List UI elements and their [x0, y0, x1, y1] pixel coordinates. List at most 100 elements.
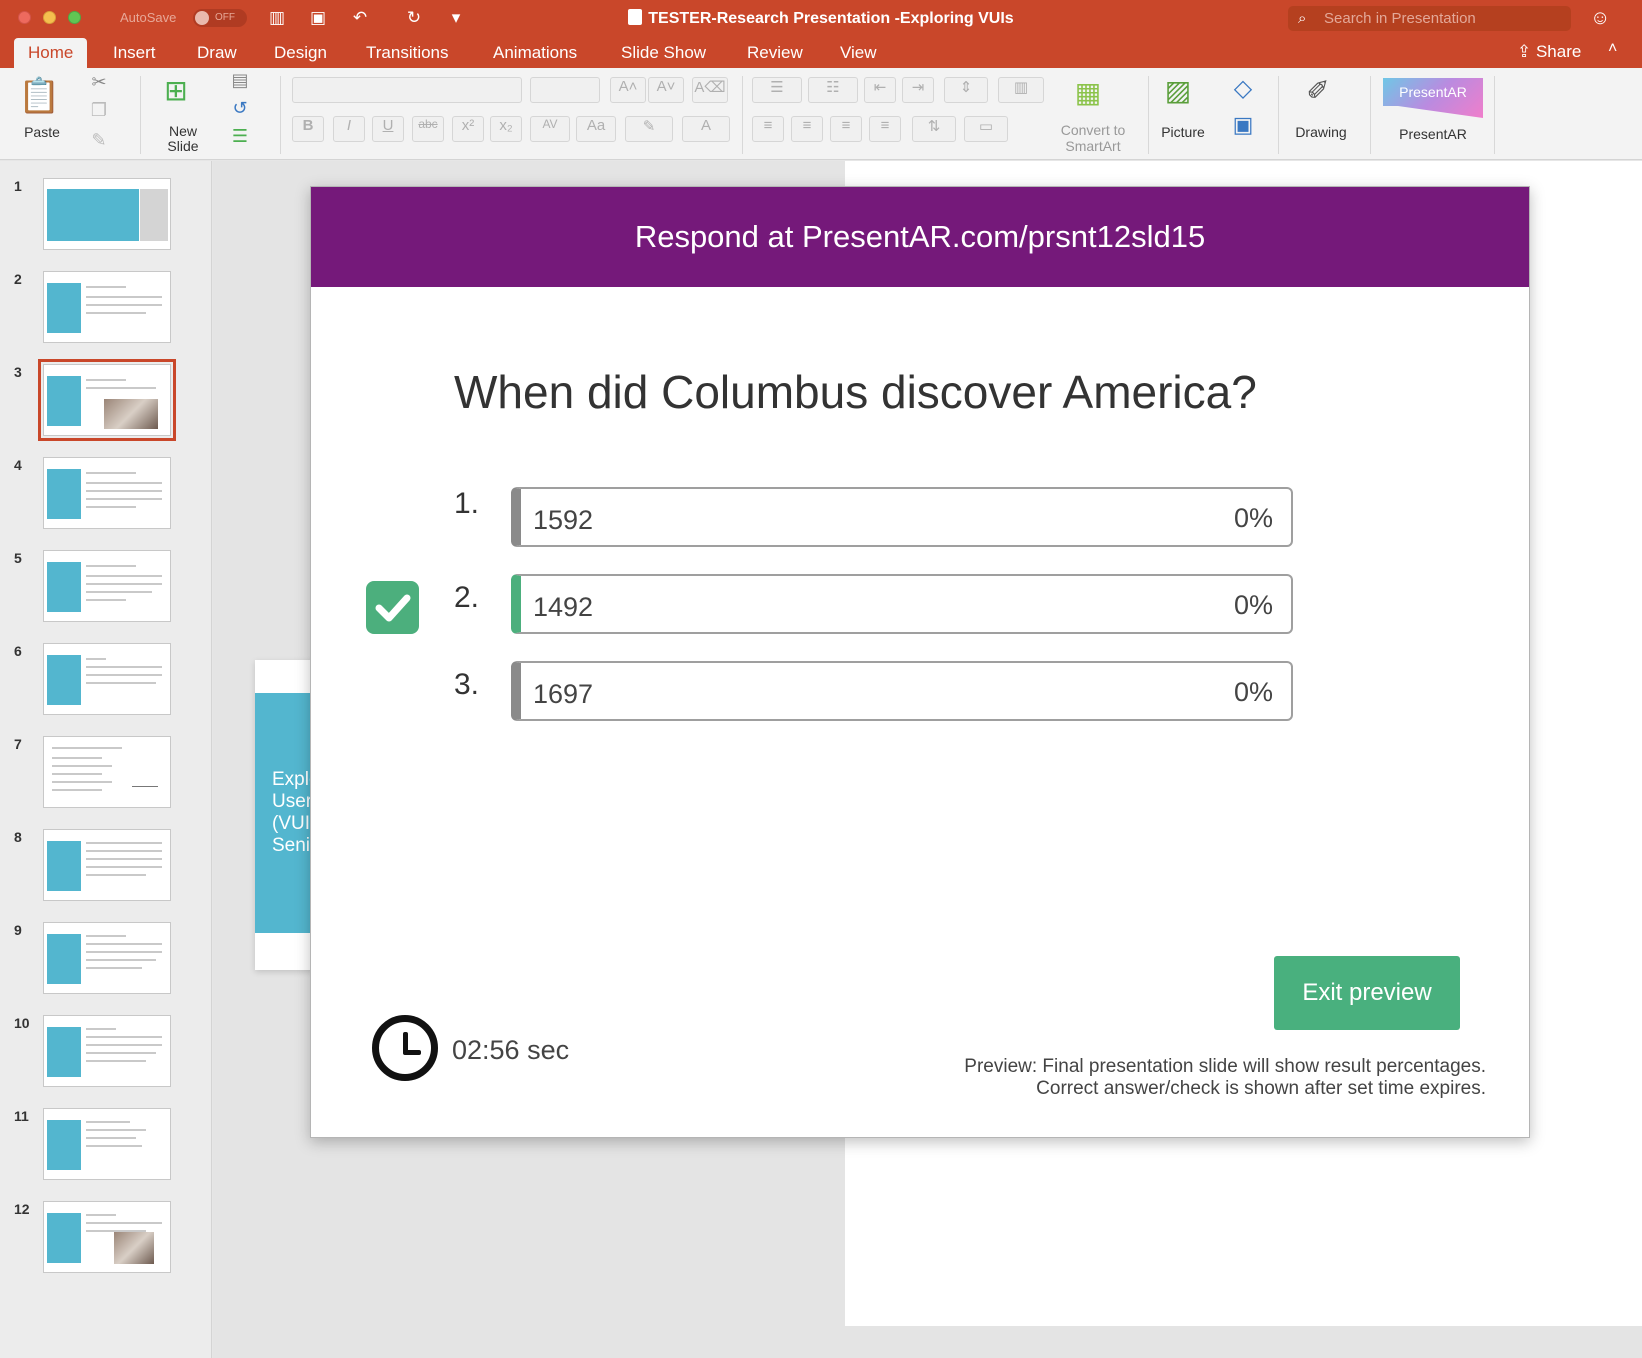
slide-thumbnail-11[interactable]: [43, 1108, 171, 1180]
paste-button-label[interactable]: Paste: [18, 124, 66, 140]
slide-thumbnail-12[interactable]: [43, 1201, 171, 1273]
feedback-smiley-icon[interactable]: ☺: [1590, 7, 1610, 30]
format-painter-icon[interactable]: ✎: [88, 130, 110, 151]
clear-formatting-icon[interactable]: A⌫: [692, 77, 728, 103]
align-center-icon[interactable]: ≡: [791, 116, 823, 142]
new-slide-button-label[interactable]: New Slide: [155, 124, 211, 154]
change-case-icon[interactable]: Aa: [576, 116, 616, 142]
picture-icon[interactable]: ▨: [1158, 74, 1198, 107]
slide-number: 2: [14, 271, 22, 287]
smartart-icon[interactable]: ▦: [1062, 76, 1114, 109]
highlight-color-icon[interactable]: ✎: [625, 116, 673, 142]
tab-animations[interactable]: Animations: [493, 38, 577, 68]
slide-number: 3: [14, 364, 22, 380]
drawing-button-label[interactable]: Drawing: [1288, 124, 1354, 140]
slide-number: 5: [14, 550, 22, 566]
respond-url-header: Respond at PresentAR.com/prsnt12sld15: [311, 187, 1529, 287]
option-value: 1697: [533, 679, 594, 709]
search-icon: ⌕: [1298, 10, 1307, 27]
option-value: 1592: [533, 505, 594, 535]
option-percent: 0%: [1233, 590, 1273, 620]
exit-preview-button[interactable]: Exit preview: [1274, 956, 1460, 1030]
answer-option-2: 1492 0%: [511, 574, 1293, 634]
new-slide-icon[interactable]: ⊞: [158, 74, 194, 107]
clock-icon: [372, 1015, 438, 1081]
convert-smartart-label[interactable]: Convert to SmartArt: [1048, 122, 1138, 154]
superscript-icon[interactable]: x²: [452, 116, 484, 142]
tab-design[interactable]: Design: [274, 38, 327, 68]
slide-thumbnail-10[interactable]: [43, 1015, 171, 1087]
ribbon-separator: [1148, 76, 1149, 154]
font-size-select[interactable]: [530, 77, 600, 103]
tab-home[interactable]: Home: [14, 38, 88, 68]
share-button[interactable]: ⇪ Share: [1517, 42, 1581, 62]
ribbon-home: 📋 Paste ✂ ❐ ✎ ⊞ New Slide ▤ ↺ ☰ A˄ A˅ A⌫ …: [0, 68, 1642, 160]
align-right-icon[interactable]: ≡: [830, 116, 862, 142]
option-number: 2.: [454, 581, 480, 614]
line-spacing-icon[interactable]: ⇕: [944, 77, 988, 103]
search-input[interactable]: ⌕ Search in Presentation: [1288, 6, 1571, 31]
decrease-indent-icon[interactable]: ⇤: [864, 77, 896, 103]
paste-icon[interactable]: 📋: [18, 76, 60, 116]
align-text-icon[interactable]: ▭: [964, 116, 1008, 142]
ribbon-separator: [1370, 76, 1371, 154]
text-box-icon[interactable]: ▣: [1228, 112, 1258, 138]
increase-font-size-icon[interactable]: A˄: [610, 77, 646, 103]
slide-number: 4: [14, 457, 22, 473]
copy-icon[interactable]: ❐: [88, 100, 110, 121]
collapse-ribbon-icon[interactable]: ˄: [1608, 40, 1617, 58]
ribbon-separator: [280, 76, 281, 154]
reset-slide-icon[interactable]: ↺: [228, 98, 252, 119]
slide-thumbnail-7[interactable]: [43, 736, 171, 808]
columns-icon[interactable]: ▥: [998, 77, 1044, 103]
justify-icon[interactable]: ≡: [869, 116, 901, 142]
shapes-icon[interactable]: ◇: [1228, 74, 1258, 103]
slide-thumbnail-6[interactable]: [43, 643, 171, 715]
slide-thumbnail-1[interactable]: [43, 178, 171, 250]
tab-insert[interactable]: Insert: [113, 38, 156, 68]
tab-draw[interactable]: Draw: [197, 38, 237, 68]
slide-thumbnail-9[interactable]: [43, 922, 171, 994]
cut-icon[interactable]: ✂: [88, 72, 110, 93]
slide-number: 10: [14, 1015, 30, 1031]
align-left-icon[interactable]: ≡: [752, 116, 784, 142]
slide-thumbnail-2[interactable]: [43, 271, 171, 343]
slide-number: 12: [14, 1201, 30, 1217]
layout-icon[interactable]: ▤: [228, 70, 252, 91]
slide-thumbnail-5[interactable]: [43, 550, 171, 622]
bullets-icon[interactable]: ☰: [752, 77, 802, 103]
answer-option-3: 1697 0%: [511, 661, 1293, 721]
ribbon-separator: [1494, 76, 1495, 154]
numbering-icon[interactable]: ☷: [808, 77, 858, 103]
presentar-button-label[interactable]: PresentAR: [1383, 126, 1483, 142]
bold-icon[interactable]: B: [292, 116, 324, 142]
tab-review[interactable]: Review: [747, 38, 803, 68]
slide-thumbnail-8[interactable]: [43, 829, 171, 901]
tab-view[interactable]: View: [840, 38, 877, 68]
text-direction-icon[interactable]: ⇅: [912, 116, 956, 142]
subscript-icon[interactable]: x₂: [490, 116, 522, 142]
font-color-icon[interactable]: A: [682, 116, 730, 142]
presentar-logo[interactable]: PresentAR: [1383, 78, 1483, 118]
italic-icon[interactable]: I: [333, 116, 365, 142]
decrease-font-size-icon[interactable]: A˅: [648, 77, 684, 103]
slide-thumbnail-3[interactable]: [38, 359, 176, 441]
preview-note: Preview: Final presentation slide will s…: [964, 1056, 1486, 1100]
background-slide-text: (VUIs: [272, 813, 315, 834]
slide-thumbnail-4[interactable]: [43, 457, 171, 529]
search-placeholder: Search in Presentation: [1324, 10, 1476, 27]
underline-icon[interactable]: U: [372, 116, 404, 142]
strikethrough-icon[interactable]: abc: [412, 116, 444, 142]
section-icon[interactable]: ☰: [228, 126, 252, 147]
ribbon-separator: [140, 76, 141, 154]
increase-indent-icon[interactable]: ⇥: [902, 77, 934, 103]
drawing-icon[interactable]: ✐: [1296, 74, 1340, 107]
slide-thumbnail-pane: 1 2 3 4 5 6 7 8 9 10 11 12: [0, 161, 212, 1358]
picture-button-label[interactable]: Picture: [1152, 124, 1214, 140]
option-percent: 0%: [1233, 503, 1273, 533]
font-name-select[interactable]: [292, 77, 522, 103]
character-spacing-icon[interactable]: AV: [530, 116, 570, 142]
tab-transitions[interactable]: Transitions: [366, 38, 449, 68]
preview-note-line-2: Correct answer/check is shown after set …: [1036, 1078, 1486, 1099]
tab-slide-show[interactable]: Slide Show: [621, 38, 706, 68]
